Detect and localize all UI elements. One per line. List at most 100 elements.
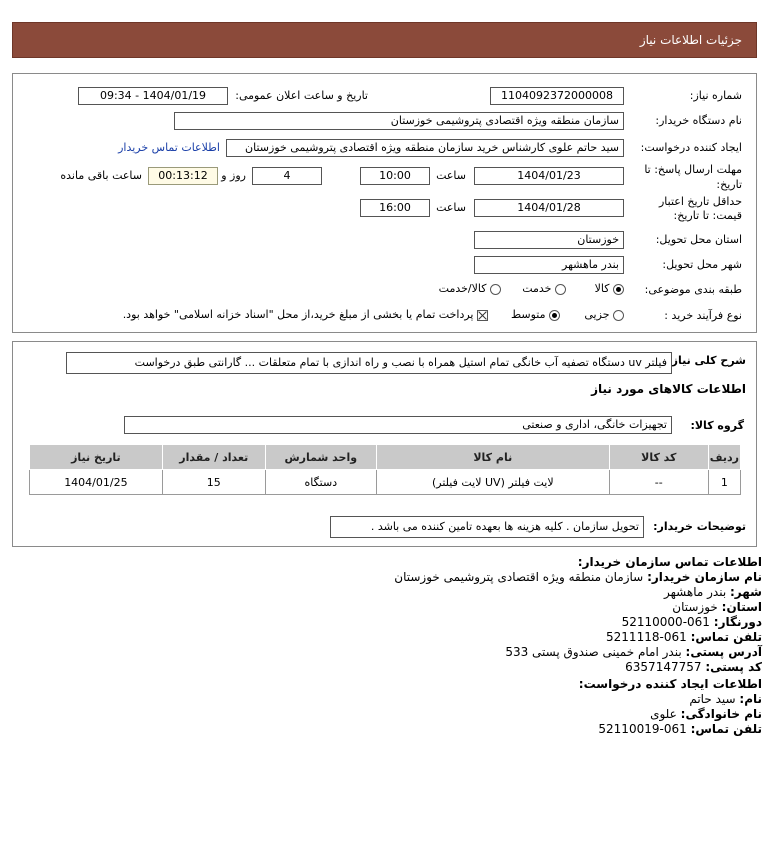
category-option-service-label: خدمت [522,282,552,295]
contact-org: نام سازمان خریدار: سازمان منطقه ویژه اقت… [394,570,762,584]
contact-org-label: نام سازمان خریدار: [647,570,762,584]
cell-date: 1404/01/25 [29,469,163,495]
radio-minor[interactable] [613,309,624,321]
goods-table-header: ردیف کد کالا نام کالا واحد شمارش تعداد /… [29,444,742,470]
radio-service[interactable] [555,283,566,295]
radio-medium[interactable] [549,309,560,321]
announce-field[interactable]: 1404/01/19 - 09:34 [78,87,228,105]
creator-name-value: سید حاتم [689,692,736,706]
radio-both[interactable] [490,283,501,295]
contact-title: اطلاعات تماس سازمان خریدار: [577,555,762,569]
validity-time-field[interactable]: 16:00 [360,199,430,217]
remaining-timer: 00:13:12 [148,167,218,185]
col-code: کد کالا [608,444,709,470]
process-option-minor-label: جزیی [584,308,610,321]
process-option-medium-label: متوسط [510,308,546,321]
validity-label-2: قیمت: تا تاریخ: [673,209,742,222]
contact-postal-value: 6357147757 [625,660,702,674]
buyer-org-label: نام دستگاه خریدار: [655,114,742,127]
details-panel: شماره نیاز: 1104092372000008 تاریخ و ساع… [12,73,757,333]
contact-org-value: سازمان منطقه ویژه اقتصادی پتروشیمی خوزست… [394,570,644,584]
contact-address-value: بندر امام خمینی صندوق پستی 533 [505,645,682,659]
creator-phone: تلفن تماس: 061-52110019 [598,722,762,736]
province-field[interactable]: خوزستان [474,231,624,249]
contact-postal-label: کد پستی: [705,660,762,674]
goods-section-title: اطلاعات کالاهای مورد نیاز [591,382,746,396]
deadline-label-1: مهلت ارسال پاسخ: تا [644,163,742,176]
goods-group-label: گروه کالا: [690,419,744,432]
validity-date-field[interactable]: 1404/01/28 [474,199,624,217]
payment-checkbox[interactable] [477,309,488,321]
col-name: نام کالا [375,444,610,470]
contact-city-label: شهر: [730,585,762,599]
goods-table: ردیف کد کالا نام کالا واحد شمارش تعداد /… [29,444,742,495]
contact-phone-value: 061-5211118 [606,630,687,644]
contact-phone-label: تلفن تماس: [690,630,762,644]
city-label: شهر محل تحویل: [662,258,742,271]
process-label: نوع فرآیند خرید : [664,309,742,322]
category-option-service[interactable]: خدمت [522,282,566,295]
goods-group-field[interactable]: تجهیزات خانگی، اداری و صنعتی [124,416,672,434]
payment-note[interactable]: پرداخت تمام یا بخشی از مبلغ خرید،از محل … [123,308,488,321]
creator-family: نام خانوادگی: علوی [650,707,762,721]
creator-name: نام: سید حاتم [689,692,762,706]
deadline-time-field[interactable]: 10:00 [360,167,430,185]
table-row[interactable]: 1 -- لایت فیلتر (UV لایت فیلتر) دستگاه 1… [29,469,742,495]
cell-row: 1 [707,469,742,495]
contact-fax-label: دورنگار: [713,615,762,629]
contact-postal: کد پستی: 6357147757 [625,660,762,674]
contact-address-label: آدرس پستی: [685,645,762,659]
days-label: روز و [221,169,246,182]
validity-time-label: ساعت [436,201,466,214]
category-option-both[interactable]: کالا/خدمت [439,282,501,295]
days-field[interactable]: 4 [252,167,322,185]
col-qty: تعداد / مقدار [161,444,266,470]
cell-name: لایت فیلتر (UV لایت فیلتر) [375,469,610,495]
deadline-date-field[interactable]: 1404/01/23 [474,167,624,185]
process-option-medium[interactable]: متوسط [511,308,560,321]
category-option-both-label: کالا/خدمت [438,282,487,295]
page-title: جزئیات اطلاعات نیاز [639,33,742,47]
province-label: استان محل تحویل: [655,233,742,246]
description-field[interactable]: فیلتر uv دستگاه تصفیه آب خانگی تمام استی… [66,352,672,374]
creator-field[interactable]: سید حاتم علوی کارشناس خرید سازمان منطقه … [226,139,624,157]
contact-city: شهر: بندر ماهشهر [664,585,762,599]
col-date: تاریخ نیاز [29,444,163,470]
contact-link[interactable]: اطلاعات تماس خریدار [118,141,220,154]
creator-family-value: علوی [650,707,677,721]
contact-fax: دورنگار: 061-52110000 [622,615,762,629]
category-label: طبقه بندی موضوعی: [644,283,742,296]
cell-code: -- [608,469,709,495]
city-field[interactable]: بندر ماهشهر [474,256,624,274]
radio-goods[interactable] [613,283,624,295]
cell-unit: دستگاه [264,469,377,495]
category-option-goods-label: کالا [594,282,610,295]
contact-fax-value: 061-52110000 [621,615,710,629]
creator-title: اطلاعات ایجاد کننده درخواست: [578,677,762,691]
creator-label: ایجاد کننده درخواست: [640,141,742,154]
goods-panel: شرح کلی نیاز: فیلتر uv دستگاه تصفیه آب خ… [12,341,757,547]
contact-city-value: بندر ماهشهر [664,585,727,599]
buyer-notes-field[interactable]: تحویل سازمان . کلیه هزینه ها بعهده تامین… [330,516,644,538]
deadline-time-label: ساعت [436,169,466,182]
contact-address: آدرس پستی: بندر امام خمینی صندوق پستی 53… [505,645,762,659]
cell-qty: 15 [161,469,266,495]
creator-phone-label: تلفن تماس: [690,722,762,736]
contact-province-label: استان: [721,600,762,614]
need-number-field[interactable]: 1104092372000008 [490,87,624,105]
creator-family-label: نام خانوادگی: [680,707,762,721]
col-row: ردیف [707,444,742,470]
process-option-minor[interactable]: جزیی [584,308,624,321]
creator-phone-value: 061-52110019 [598,722,687,736]
category-option-goods[interactable]: کالا [595,282,624,295]
buyer-notes-label: توضیحات خریدار: [653,520,746,533]
validity-label-1: حداقل تاریخ اعتبار [658,195,742,208]
remaining-label: ساعت باقی مانده [60,169,142,182]
announce-label: تاریخ و ساعت اعلان عمومی: [235,89,368,102]
col-unit: واحد شمارش [264,444,377,470]
deadline-label-2: تاریخ: [716,178,742,191]
buyer-org-field[interactable]: سازمان منطقه ویژه اقتصادی پتروشیمی خوزست… [174,112,624,130]
description-label: شرح کلی نیاز: [667,354,746,367]
contact-phone: تلفن تماس: 061-5211118 [606,630,762,644]
contact-province-value: خوزستان [672,600,718,614]
